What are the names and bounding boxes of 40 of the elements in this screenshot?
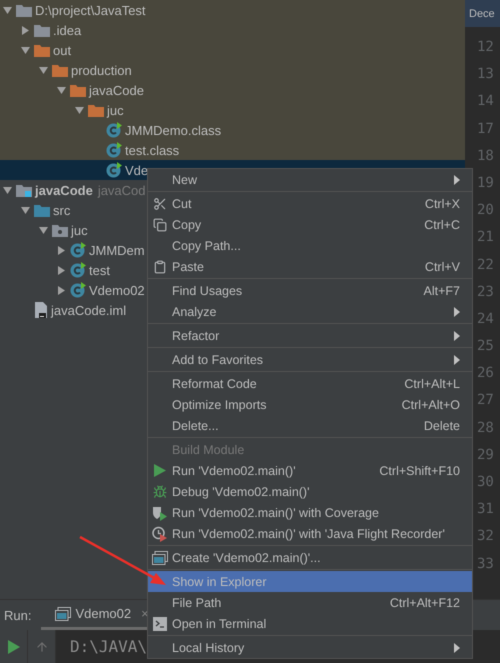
line-number: 26 [476, 364, 495, 384]
tree-label: Vde [125, 162, 148, 178]
tree-label: javaCode [35, 182, 93, 198]
line-number: 32 [476, 527, 495, 546]
line-number: 33 [476, 554, 495, 574]
line-number: 17 [476, 120, 495, 139]
tab-title: Vdemo02 [75, 606, 132, 622]
line-number: 31 [476, 500, 495, 520]
line-number: 14 [476, 92, 495, 112]
tree-label: test [89, 262, 110, 278]
tree-label: src [53, 202, 70, 218]
line-number: 19 [476, 174, 495, 193]
tree-label: Vdemo02 [89, 282, 145, 298]
line-number: 22 [476, 256, 495, 274]
module-path-text: javaCod [98, 182, 146, 198]
tree-label: D:\project\JavaTest [35, 2, 146, 18]
tree-label: javaCode [89, 82, 144, 98]
line-number: 27 [476, 391, 495, 410]
line-number: 21 [476, 228, 495, 248]
line-number: 28 [476, 418, 495, 438]
tree-label: out [53, 42, 72, 58]
tree-label: JMMDem [89, 242, 145, 258]
tree-label: javaCode.iml [51, 302, 126, 318]
line-number: 12 [476, 38, 495, 57]
run-label: Run: [4, 608, 32, 623]
console-text: D:\JAVA\ [70, 637, 148, 656]
line-number: 13 [476, 65, 495, 84]
tree-label: test.class [125, 142, 180, 158]
tree-label: JMMDemo.class [125, 122, 222, 138]
tree-label: juc [71, 222, 88, 238]
line-number: 29 [476, 446, 495, 465]
line-number: 20 [476, 201, 495, 220]
line-number: 24 [476, 310, 495, 329]
tree-label: production [71, 62, 132, 78]
line-number: 23 [476, 282, 495, 302]
tree-label: .idea [53, 22, 82, 38]
tree-label: juc [107, 102, 124, 118]
line-number: 30 [476, 473, 495, 492]
line-number: 25 [476, 337, 495, 356]
line-number: 18 [476, 146, 495, 166]
